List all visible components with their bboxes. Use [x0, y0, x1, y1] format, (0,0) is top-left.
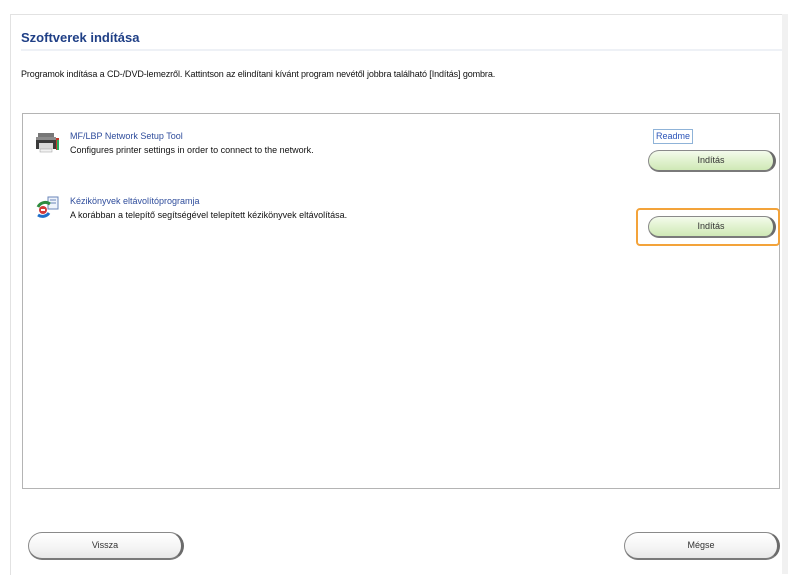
back-button[interactable]: Vissza [28, 532, 184, 560]
instructions-text: Programok indítása a CD-/DVD-lemezről. K… [21, 69, 496, 79]
program-description: A korábban a telepítő segítségével telep… [70, 210, 348, 220]
cancel-button[interactable]: Mégse [624, 532, 780, 560]
focus-highlight [636, 208, 780, 246]
start-button-network-setup[interactable]: Indítás [648, 150, 776, 172]
window-edge [782, 14, 788, 574]
title-divider [21, 49, 782, 51]
uninstall-manuals-icon [35, 195, 61, 226]
readme-link[interactable]: Readme [653, 129, 694, 144]
page-title: Szoftverek indítása [21, 30, 140, 45]
program-name[interactable]: Kézikönyvek eltávolítóprogramja [70, 196, 200, 206]
program-description: Configures printer settings in order to … [70, 145, 314, 155]
program-name[interactable]: MF/LBP Network Setup Tool [70, 131, 183, 141]
program-list: MF/LBP Network Setup Tool Configures pri… [22, 113, 780, 489]
printer-network-icon [35, 129, 61, 160]
